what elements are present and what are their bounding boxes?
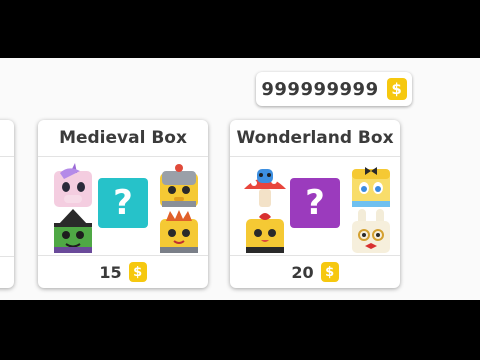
box-price: 20 <box>291 262 314 282</box>
unicorn-pet-icon <box>54 163 92 207</box>
divider <box>0 156 14 157</box>
medieval-box-card[interactable]: Medieval Box ? 15 $ <box>38 120 208 288</box>
witch-pet-icon <box>54 209 92 253</box>
currency-display: 999999999 $ <box>256 72 412 106</box>
knight-pet-icon <box>160 164 198 207</box>
mystery-pet-icon: ? <box>290 178 340 228</box>
queen-of-hearts-pet-icon <box>246 213 284 253</box>
dollar-coin-icon: $ <box>386 78 407 100</box>
dollar-coin-icon: $ <box>320 262 339 282</box>
dollar-coin-icon: $ <box>128 262 147 282</box>
box-preview: ? <box>230 157 400 257</box>
mystery-pet-icon: ? <box>98 178 148 228</box>
price-tag: 15 $ <box>38 255 208 288</box>
divider <box>0 256 14 257</box>
box-title: Medieval Box <box>38 120 208 157</box>
alice-pet-icon <box>352 167 390 207</box>
offscreen-box-card[interactable] <box>0 120 14 288</box>
box-preview: ? <box>38 157 208 257</box>
queen-pet-icon <box>160 210 198 253</box>
box-price: 15 <box>99 262 122 282</box>
mushroom-caterpillar-pet-icon <box>244 169 286 207</box>
shop-area: 999999999 $ Medieval Box ? 15 $ Wonderla… <box>0 58 480 300</box>
price-tag: 20 $ <box>230 255 400 288</box>
wonderland-box-card[interactable]: Wonderland Box ? 20 $ <box>230 120 400 288</box>
currency-amount: 999999999 <box>261 78 379 100</box>
white-rabbit-pet-icon <box>352 209 390 253</box>
box-title: Wonderland Box <box>230 120 400 157</box>
